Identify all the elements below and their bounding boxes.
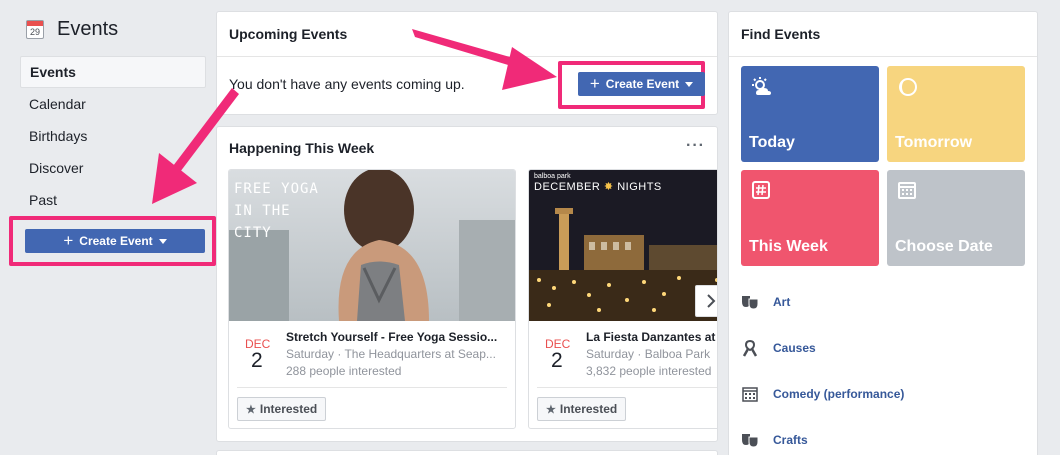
today-tile[interactable]: Today (741, 66, 879, 162)
calendar-icon (898, 182, 916, 199)
caret-down-icon (158, 238, 167, 244)
create-event-label: Create Event (79, 234, 153, 248)
this-week-tile[interactable]: This Week (741, 170, 879, 266)
sidebar-item-events[interactable]: Events (20, 56, 206, 88)
star-burst-icon: ✸ (603, 181, 614, 193)
masks-icon (742, 296, 759, 310)
event-day: 2 (551, 349, 563, 372)
chevron-right-icon (707, 294, 716, 308)
sidebar-header: 29 Events (26, 18, 118, 41)
star-icon: ★ (546, 403, 556, 416)
sun-cloud-icon (752, 77, 771, 95)
today-label: Today (749, 134, 795, 151)
plus-icon: + (63, 231, 74, 250)
event-location: Saturday · Balboa Park (586, 347, 711, 361)
choose-date-tile[interactable]: Choose Date (887, 170, 1025, 266)
event-interested-count: 3,832 people interested (586, 364, 712, 378)
upcoming-events-title: Upcoming Events (229, 26, 348, 42)
event-day: 2 (251, 349, 263, 372)
interested-button[interactable]: ★ Interested (537, 397, 627, 421)
event-tile[interactable]: balboa park DECEMBER ✸ NIGHTS DEC 2 La F… (528, 169, 717, 429)
hash-icon (752, 181, 770, 199)
star-icon: ★ (246, 403, 256, 416)
tomorrow-tile[interactable]: Tomorrow (887, 66, 1025, 162)
moon-icon (899, 78, 917, 96)
plus-icon: + (589, 74, 600, 93)
happening-title: Happening This Week (229, 140, 375, 156)
category-crafts[interactable]: Crafts (741, 431, 808, 449)
choose-date-label: Choose Date (895, 238, 993, 255)
ribbon-icon (742, 339, 758, 357)
event-location: Saturday · The Headquarters at Seap... (286, 347, 496, 361)
next-card (216, 450, 718, 455)
event-name[interactable]: Stretch Yourself - Free Yoga Sessio... (286, 330, 497, 344)
create-event-button[interactable]: + Create Event (578, 72, 705, 96)
masks-icon (742, 434, 759, 448)
category-causes[interactable]: Causes (741, 339, 816, 357)
create-event-label: Create Event (605, 77, 680, 91)
next-arrow-button[interactable] (695, 285, 717, 317)
calendar-icon-day: 29 (29, 27, 40, 37)
sidebar-title: Events (57, 18, 119, 40)
find-events-card: Find Events Today Tomorrow This Week Cho… (728, 11, 1038, 455)
event-name[interactable]: La Fiesta Danzantes at (586, 330, 715, 344)
event-interested-count: 288 people interested (286, 364, 402, 378)
sidebar-create-event-button[interactable]: + Create Event (25, 229, 205, 253)
calendar-grid-icon (742, 387, 758, 402)
ellipsis-icon[interactable]: ··· (686, 137, 705, 155)
caret-down-icon (685, 81, 694, 87)
this-week-label: This Week (749, 238, 828, 255)
photo-caption: FREE YOGA IN THE CITY (234, 181, 319, 241)
sidebar-nav: Events Calendar Birthdays Discover Past (20, 56, 206, 216)
category-comedy[interactable]: Comedy (performance) (741, 385, 904, 403)
category-art[interactable]: Art (741, 293, 790, 311)
sidebar-item-discover[interactable]: Discover (20, 152, 206, 184)
sidebar-item-calendar[interactable]: Calendar (20, 88, 206, 120)
event-tile[interactable]: FREE YOGA IN THE CITY DEC 2 Stretch Your… (228, 169, 516, 429)
photo-caption: balboa park DECEMBER ✸ NIGHTS (534, 173, 662, 193)
find-events-title: Find Events (741, 26, 821, 42)
sidebar-item-past[interactable]: Past (20, 184, 206, 216)
calendar-icon: 29 (26, 20, 44, 39)
no-events-text: You don't have any events coming up. (229, 76, 465, 92)
happening-this-week-card: Happening This Week ··· FREE YOGA IN THE… (216, 126, 718, 442)
sidebar-item-birthdays[interactable]: Birthdays (20, 120, 206, 152)
tomorrow-label: Tomorrow (895, 134, 973, 151)
upcoming-events-card: Upcoming Events You don't have any event… (216, 11, 718, 115)
left-sidebar: 29 Events Events Calendar Birthdays Disc… (0, 0, 220, 455)
interested-button[interactable]: ★ Interested (237, 397, 327, 421)
